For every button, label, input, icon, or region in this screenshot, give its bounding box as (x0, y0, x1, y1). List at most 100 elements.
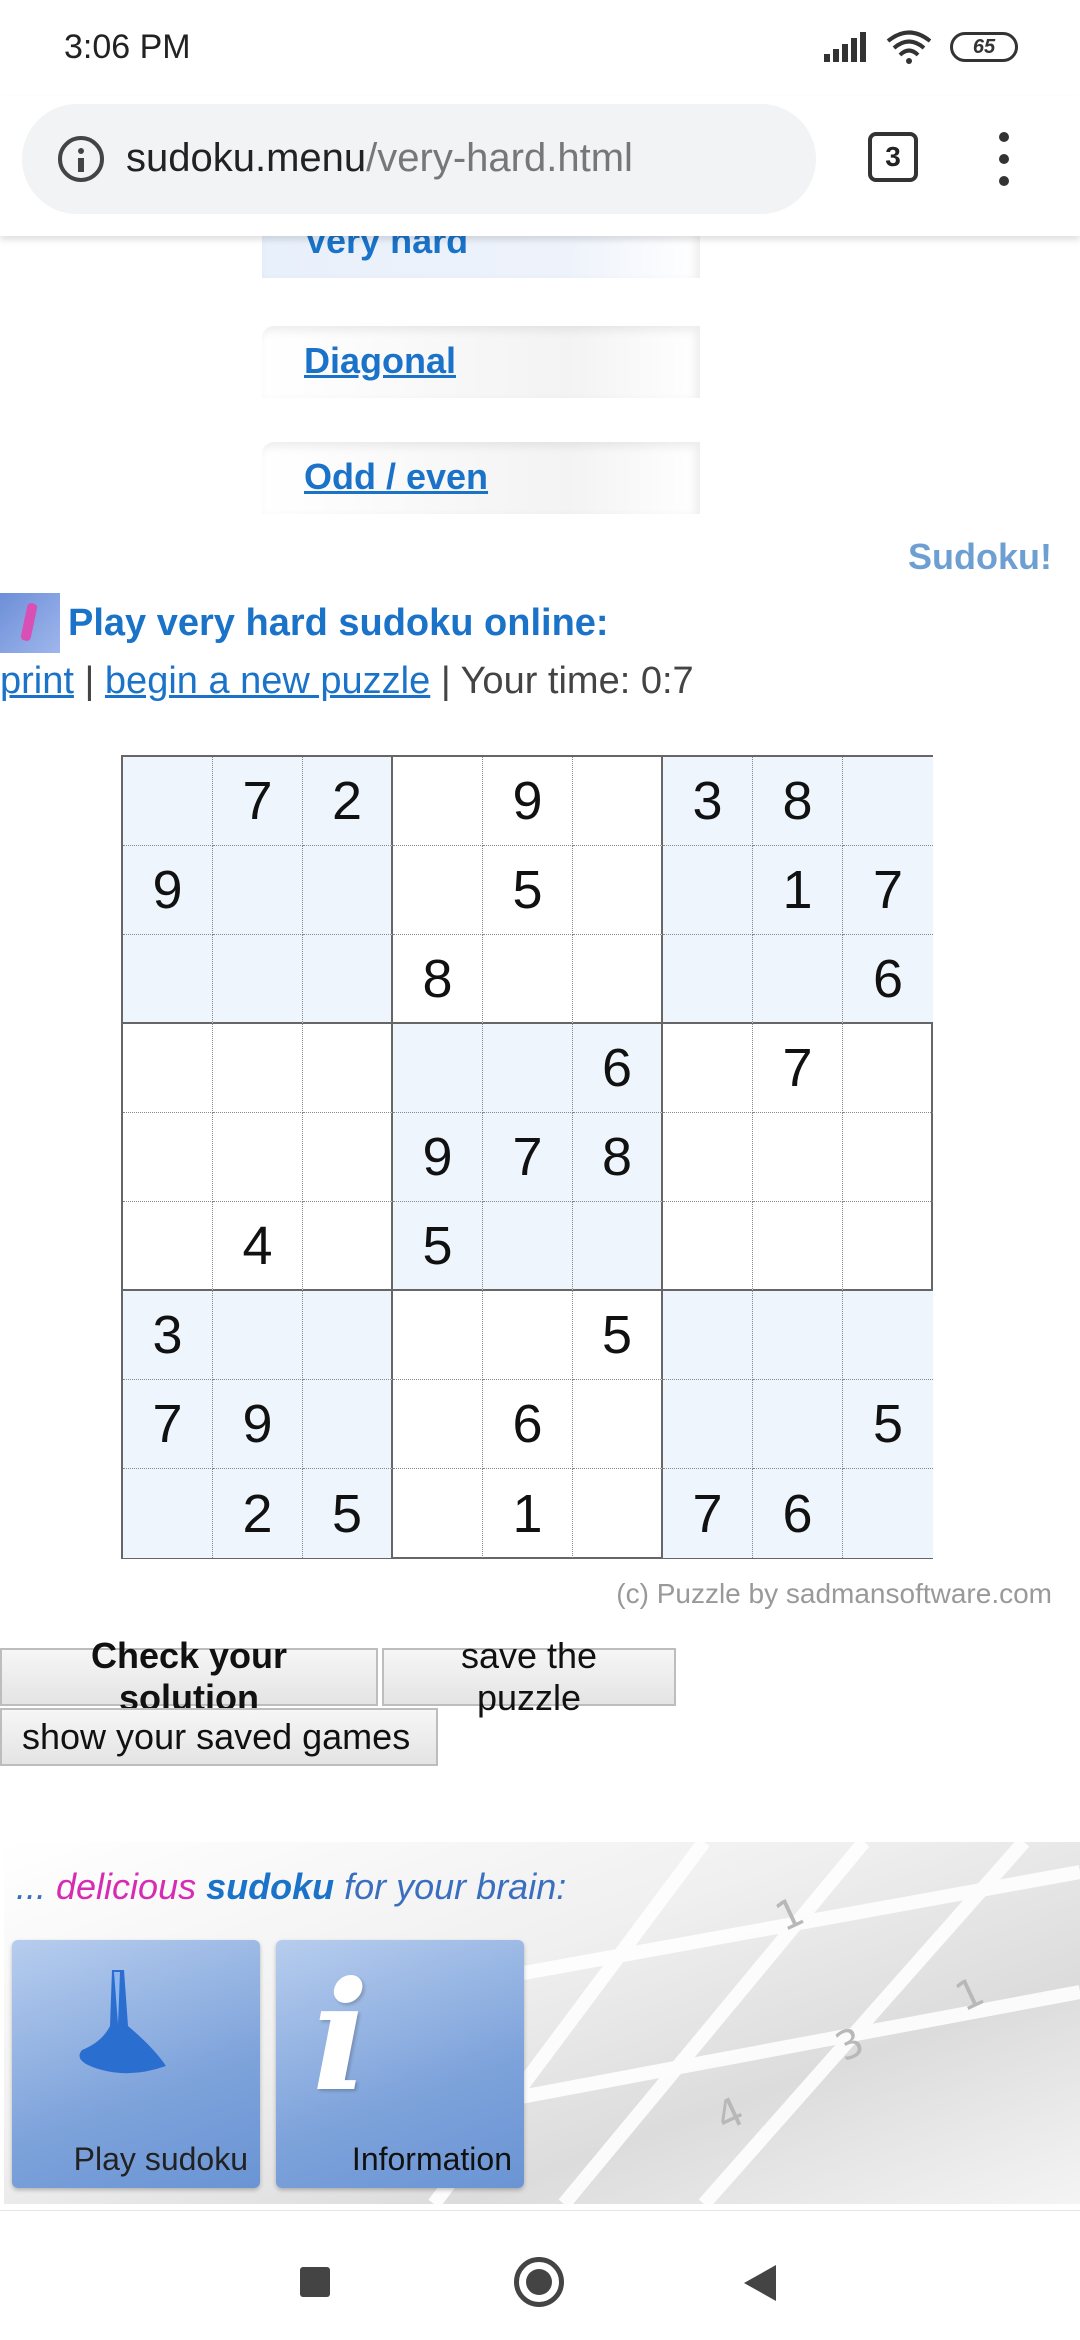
grid-cell-empty[interactable] (573, 846, 663, 935)
grid-cell-empty[interactable] (393, 1469, 483, 1558)
grid-cell-empty[interactable] (663, 1024, 753, 1113)
grid-cell-empty[interactable] (573, 935, 663, 1024)
grid-cell-given: 8 (753, 757, 843, 846)
grid-cell-empty[interactable] (663, 1113, 753, 1202)
grid-cell-empty[interactable] (753, 1202, 843, 1291)
grid-cell-empty[interactable] (123, 1024, 213, 1113)
nav-tab-label[interactable]: Diagonal (304, 340, 456, 382)
promo-prefix: ... (16, 1866, 57, 1907)
grid-cell-empty[interactable] (213, 1024, 303, 1113)
tile-label: Information (351, 2141, 512, 2177)
grid-cell-empty[interactable] (483, 1024, 573, 1113)
grid-cell-empty[interactable] (843, 1202, 933, 1291)
grid-cell-empty[interactable] (123, 1469, 213, 1558)
battery-icon: 65 (950, 32, 1018, 62)
grid-cell-empty[interactable] (843, 757, 933, 846)
grid-cell-empty[interactable] (213, 935, 303, 1024)
nav-tab-odd-even[interactable]: Odd / even (262, 442, 700, 514)
grid-cell-empty[interactable] (303, 1380, 393, 1469)
site-info-icon[interactable] (58, 136, 104, 182)
grid-cell-empty[interactable] (573, 1380, 663, 1469)
grid-cell-given: 1 (753, 846, 843, 935)
save-puzzle-button[interactable]: save the puzzle (382, 1635, 676, 1718)
grid-cell-empty[interactable] (303, 1291, 393, 1380)
grid-row: 79 6 5 (123, 1380, 933, 1469)
grid-cell-empty[interactable] (483, 935, 573, 1024)
back-button[interactable] (744, 2265, 776, 2301)
browser-menu-icon[interactable] (992, 132, 1016, 186)
recents-button[interactable] (300, 2267, 330, 2297)
grid-cell-empty[interactable] (123, 935, 213, 1024)
grid-cell-empty[interactable] (663, 935, 753, 1024)
grid-cell-empty[interactable] (843, 1024, 933, 1113)
grid-cell-given: 8 (573, 1113, 663, 1202)
grid-cell-given: 6 (573, 1024, 663, 1113)
tile-label: Play sudoku (73, 2141, 248, 2177)
grid-cell-empty[interactable] (393, 1380, 483, 1469)
grid-cell-empty[interactable] (663, 1380, 753, 1469)
grid-cell-empty[interactable] (303, 1113, 393, 1202)
home-button[interactable] (514, 2257, 564, 2307)
grid-cell-empty[interactable] (843, 1291, 933, 1380)
print-link[interactable]: print (0, 660, 74, 702)
url-path: /very-hard.html (366, 136, 633, 180)
grid-row: 67 (123, 1024, 933, 1113)
grid-cell-empty[interactable] (393, 757, 483, 846)
check-solution-button[interactable]: Check your solution (0, 1635, 378, 1718)
grid-cell-empty[interactable] (753, 1113, 843, 1202)
grid-cell-empty[interactable] (393, 1024, 483, 1113)
promo-highlight: delicious (56, 1866, 207, 1907)
play-sudoku-tile[interactable]: Play sudoku (12, 1940, 260, 2188)
grid-cell-empty[interactable] (123, 1202, 213, 1291)
tab-count: 3 (885, 141, 901, 172)
grid-cell-given: 9 (213, 1380, 303, 1469)
page-title: Play very hard sudoku online: (68, 601, 609, 644)
grid-cell-empty[interactable] (393, 1291, 483, 1380)
address-bar[interactable]: sudoku.menu/very-hard.html (22, 104, 816, 214)
grid-cell-empty[interactable] (213, 1291, 303, 1380)
show-saved-games-button[interactable]: show your saved games (0, 1708, 438, 1766)
timer-text: Your time: 0:7 (460, 660, 694, 702)
grid-cell-given: 6 (483, 1380, 573, 1469)
grid-cell-empty[interactable] (753, 1291, 843, 1380)
grid-cell-given: 9 (123, 846, 213, 935)
url-host: sudoku.menu (126, 136, 367, 180)
grid-cell-given: 2 (303, 757, 393, 846)
grid-cell-empty[interactable] (753, 1380, 843, 1469)
nav-tab-diagonal[interactable]: Diagonal (262, 326, 700, 398)
grid-cell-empty[interactable] (123, 1113, 213, 1202)
grid-cell-empty[interactable] (663, 1202, 753, 1291)
grid-cell-empty[interactable] (213, 846, 303, 935)
grid-row: 35 (123, 1291, 933, 1380)
url-text[interactable]: sudoku.menu/very-hard.html (126, 136, 633, 181)
grid-cell-empty[interactable] (303, 1024, 393, 1113)
grid-cell-empty[interactable] (393, 846, 483, 935)
grid-cell-empty[interactable] (483, 1202, 573, 1291)
promo-tagline: ... delicious sudoku for your brain: (16, 1866, 566, 1908)
grid-cell-empty[interactable] (753, 935, 843, 1024)
grid-cell-empty[interactable] (123, 757, 213, 846)
pawn-icon (0, 593, 60, 653)
grid-cell-empty[interactable] (303, 935, 393, 1024)
grid-cell-empty[interactable] (573, 1469, 663, 1558)
grid-cell-empty[interactable] (303, 1202, 393, 1291)
grid-cell-empty[interactable] (573, 1202, 663, 1291)
grid-row: 978 (123, 1113, 933, 1202)
information-tile[interactable]: i Information (276, 1940, 524, 2188)
new-puzzle-link[interactable]: begin a new puzzle (105, 660, 430, 702)
grid-cell-empty[interactable] (663, 846, 753, 935)
grid-cell-empty[interactable] (843, 1469, 933, 1558)
nav-tab-label[interactable]: Odd / even (304, 456, 488, 498)
action-links: print | begin a new puzzle | Your time: … (0, 660, 694, 703)
grid-cell-empty[interactable] (213, 1113, 303, 1202)
grid-cell-empty[interactable] (843, 1113, 933, 1202)
link-separator: | (73, 660, 105, 702)
promo-suffix: for your brain: (334, 1866, 567, 1907)
tab-switcher-button[interactable]: 3 (868, 132, 918, 182)
grid-cell-given: 1 (483, 1469, 573, 1558)
pawn-icon (79, 1970, 166, 2074)
grid-cell-empty[interactable] (483, 1291, 573, 1380)
grid-cell-empty[interactable] (303, 846, 393, 935)
grid-cell-empty[interactable] (663, 1291, 753, 1380)
grid-cell-empty[interactable] (573, 757, 663, 846)
